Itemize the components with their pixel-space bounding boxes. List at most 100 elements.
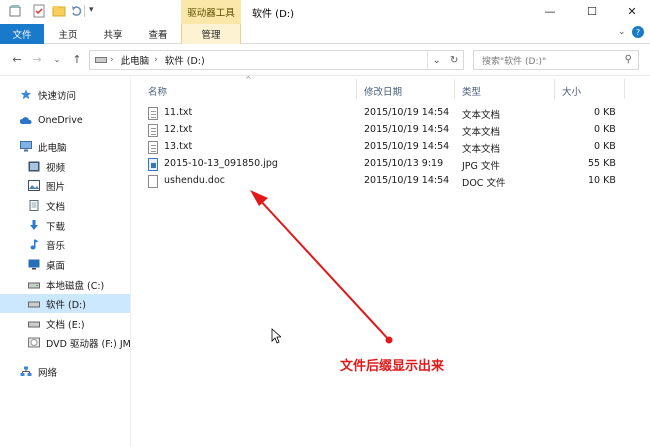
help-icon[interactable]: ?	[632, 26, 644, 38]
address-bar[interactable]: › 此电脑 › 软件 (D:) ⌄ ↻	[89, 50, 464, 70]
checklist-icon[interactable]	[32, 4, 46, 18]
nav-item-documents[interactable]: 文档	[0, 196, 130, 215]
nav-item-drive-e[interactable]: 文档 (E:)	[0, 314, 130, 333]
column-header-modified[interactable]: 修改日期	[364, 82, 402, 100]
column-divider[interactable]	[454, 79, 455, 99]
desktop-icon	[28, 259, 40, 270]
network-icon	[20, 366, 32, 376]
column-header-size[interactable]: 大小	[562, 82, 581, 100]
recent-locations-icon[interactable]: ⌄	[50, 52, 64, 66]
file-modified: 2015/10/19 14:54	[364, 107, 450, 118]
back-arrow-icon[interactable]: ←	[10, 52, 24, 66]
file-type: DOC 文件	[462, 178, 506, 189]
search-placeholder: 搜索"软件 (D:)"	[482, 56, 547, 67]
expand-ribbon-icon[interactable]: ⌄	[618, 27, 626, 37]
nav-item-drive-c[interactable]: 本地磁盘 (C:)	[0, 275, 130, 294]
dvd-icon	[28, 337, 40, 348]
new-folder-icon[interactable]	[52, 4, 66, 18]
address-row: ← → ⌄ ↑ › 此电脑 › 软件 (D:) ⌄ ↻ 搜索"软件 (D:)" …	[0, 44, 650, 76]
nav-item-downloads[interactable]: 下载	[0, 216, 130, 235]
column-header-name[interactable]: 名称	[148, 82, 167, 100]
table-row[interactable]: 2015-10-13_091850.jpg 2015/10/13 9:19 JP…	[142, 156, 622, 173]
file-name: 12.txt	[164, 124, 193, 135]
nav-item-drive-d[interactable]: 软件 (D:)	[0, 294, 130, 313]
image-file-icon	[148, 158, 158, 171]
refresh-icon[interactable]: ↻	[450, 55, 458, 66]
context-group-label: 驱动器工具	[181, 0, 241, 24]
table-row[interactable]: 12.txt 2015/10/19 14:54 文本文档 0 KB	[142, 122, 622, 139]
nav-label: 音乐	[46, 240, 66, 252]
nav-label: 快速访问	[38, 90, 77, 102]
nav-label: 图片	[46, 181, 66, 193]
download-icon	[30, 220, 38, 230]
nav-label: 下载	[46, 221, 66, 233]
nav-item-network[interactable]: 网络	[0, 362, 130, 381]
nav-item-this-pc[interactable]: 此电脑	[0, 137, 130, 156]
file-modified: 2015/10/19 14:54	[364, 141, 450, 152]
customize-qa-icon[interactable]: ▾	[89, 5, 94, 15]
column-divider[interactable]	[554, 79, 555, 99]
file-size: 0 KB	[594, 124, 616, 135]
column-header-type[interactable]: 类型	[462, 82, 481, 100]
table-row[interactable]: ushendu.doc 2015/10/19 14:54 DOC 文件 10 K…	[142, 173, 622, 190]
nav-item-music[interactable]: 音乐	[0, 235, 130, 254]
sort-caret-icon: ^	[245, 75, 252, 84]
column-divider[interactable]	[624, 79, 625, 99]
nav-item-pictures[interactable]: 图片	[0, 176, 130, 195]
nav-item-quick-access[interactable]: 快速访问	[0, 85, 130, 104]
breadcrumb-chevron-icon[interactable]: ›	[110, 55, 114, 65]
address-history-icon[interactable]: ⌄	[433, 55, 441, 66]
file-type: 文本文档	[462, 110, 501, 121]
table-row[interactable]: 13.txt 2015/10/19 14:54 文本文档 0 KB	[142, 139, 622, 156]
undo-icon[interactable]	[70, 4, 84, 18]
breadcrumb-this-pc[interactable]: 此电脑	[121, 53, 150, 67]
breadcrumb-drive-d[interactable]: 软件 (D:)	[165, 53, 205, 67]
drive-icon	[28, 301, 40, 308]
file-size: 0 KB	[594, 141, 616, 152]
nav-item-videos[interactable]: 视频	[0, 157, 130, 176]
up-arrow-icon[interactable]: ↑	[70, 52, 84, 66]
tab-share[interactable]: 共享	[95, 24, 131, 44]
document-file-icon	[148, 175, 158, 188]
nav-label: 桌面	[46, 260, 66, 272]
column-divider[interactable]	[356, 79, 357, 99]
file-name: ushendu.doc	[164, 175, 225, 186]
video-icon	[28, 161, 40, 172]
file-size: 0 KB	[594, 107, 616, 118]
file-modified: 2015/10/13 9:19	[364, 158, 444, 169]
tab-manage[interactable]: 管理	[181, 24, 241, 44]
nav-label: DVD 驱动器 (F:) JM	[46, 338, 130, 350]
nav-label: 本地磁盘 (C:)	[46, 280, 105, 292]
tab-file[interactable]: 文件	[0, 24, 44, 44]
forward-arrow-icon[interactable]: →	[30, 52, 44, 66]
nav-item-dvd-f[interactable]: DVD 驱动器 (F:) JM	[0, 333, 130, 352]
text-file-icon	[148, 141, 158, 154]
file-size: 10 KB	[588, 175, 616, 186]
properties-icon[interactable]	[8, 4, 22, 18]
search-input[interactable]: 搜索"软件 (D:)" ⚲	[473, 50, 639, 70]
file-type: 文本文档	[462, 127, 501, 138]
nav-item-desktop[interactable]: 桌面	[0, 255, 130, 274]
ribbon-controls: ⌄ ?	[610, 24, 650, 44]
table-row[interactable]: 11.txt 2015/10/19 14:54 文本文档 0 KB	[142, 105, 622, 122]
minimize-button[interactable]: —	[530, 0, 570, 22]
nav-label: 此电脑	[38, 142, 67, 154]
pictures-icon	[28, 180, 40, 191]
breadcrumb-chevron-icon[interactable]: ›	[154, 55, 158, 65]
tab-home[interactable]: 主页	[50, 24, 86, 44]
close-button[interactable]: ✕	[612, 0, 650, 22]
text-file-icon	[148, 107, 158, 120]
nav-label: 文档	[46, 201, 66, 213]
title-bar: ▾ 驱动器工具 软件 (D:) — ☐ ✕	[0, 0, 650, 24]
file-modified: 2015/10/19 14:54	[364, 124, 450, 135]
nav-item-onedrive[interactable]: OneDrive	[0, 111, 130, 130]
nav-label: OneDrive	[38, 115, 83, 126]
file-name: 13.txt	[164, 141, 193, 152]
file-list: ^ 名称 修改日期 类型 大小 11.txt 2015/10/19 14:54 …	[132, 75, 650, 447]
nav-label: 视频	[46, 162, 66, 174]
search-icon[interactable]: ⚲	[625, 54, 632, 65]
music-icon	[30, 239, 39, 250]
tab-view[interactable]: 查看	[140, 24, 176, 44]
maximize-button[interactable]: ☐	[572, 0, 612, 22]
file-size: 55 KB	[588, 158, 616, 169]
